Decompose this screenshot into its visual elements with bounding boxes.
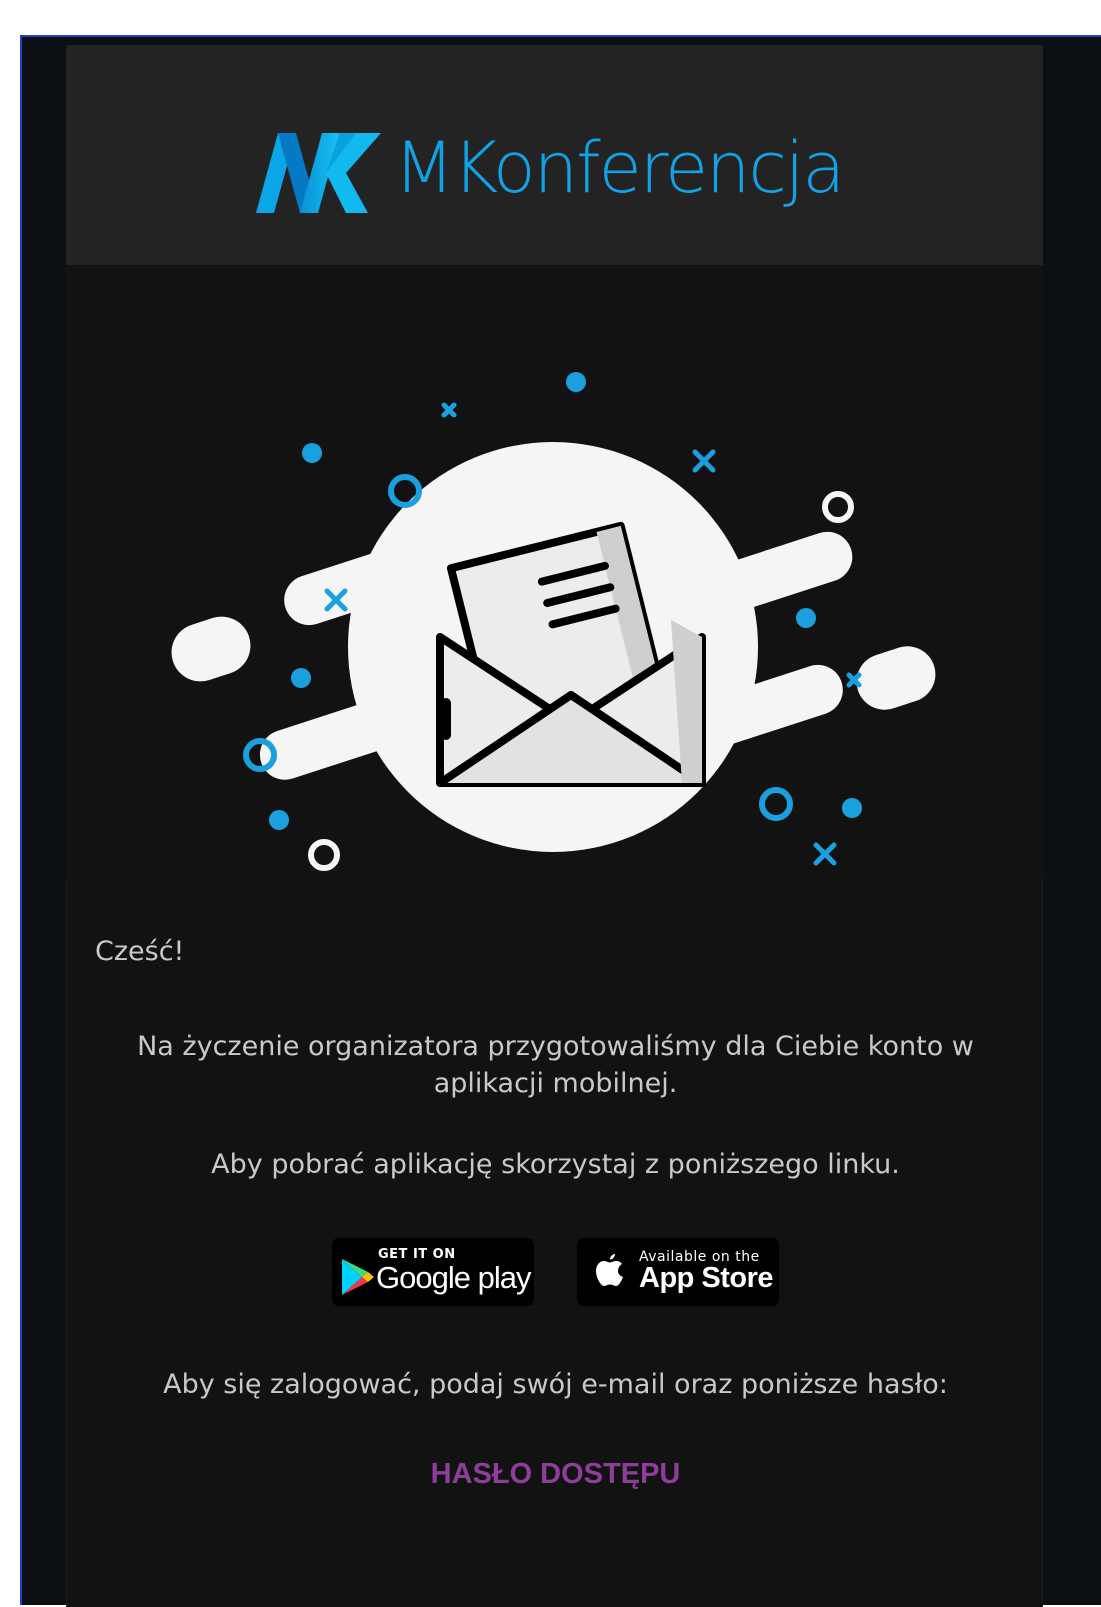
email-header: MKonferencja (66, 45, 1043, 265)
password-value: HASŁO DOSTĘPU (430, 1458, 681, 1490)
apple-icon (596, 1254, 623, 1286)
google-play-button[interactable]: GET IT ON Google play (332, 1238, 534, 1306)
download-info-text: Aby pobrać aplikację skorzystaj z poniżs… (211, 1149, 900, 1180)
google-play-big-text: Google play (376, 1260, 531, 1295)
brand-name: MKonferencja (394, 127, 845, 209)
greeting-text: Cześć! (95, 936, 185, 967)
email-body: Cześć! Na życzenie organizatora przygoto… (66, 878, 1043, 1607)
open-envelope-icon (171, 372, 936, 871)
email-frame: MKonferencja Cześć! Na życzenie organiza… (20, 35, 1101, 1607)
app-store-button[interactable]: Available on the App Store (577, 1238, 779, 1306)
store-badges: GET IT ON Google play Available on the A… (67, 1238, 1044, 1308)
hero-illustration (66, 265, 1043, 878)
brand-logo[interactable]: MKonferencja (256, 123, 856, 223)
google-play-icon (342, 1259, 374, 1295)
mk-logo-icon (256, 133, 381, 213)
account-info-text: Na życzenie organizatora przygotowaliśmy… (137, 1031, 974, 1099)
app-store-big-text: App Store (639, 1262, 774, 1294)
login-info-text: Aby się zalogować, podaj swój e-mail ora… (163, 1369, 948, 1400)
